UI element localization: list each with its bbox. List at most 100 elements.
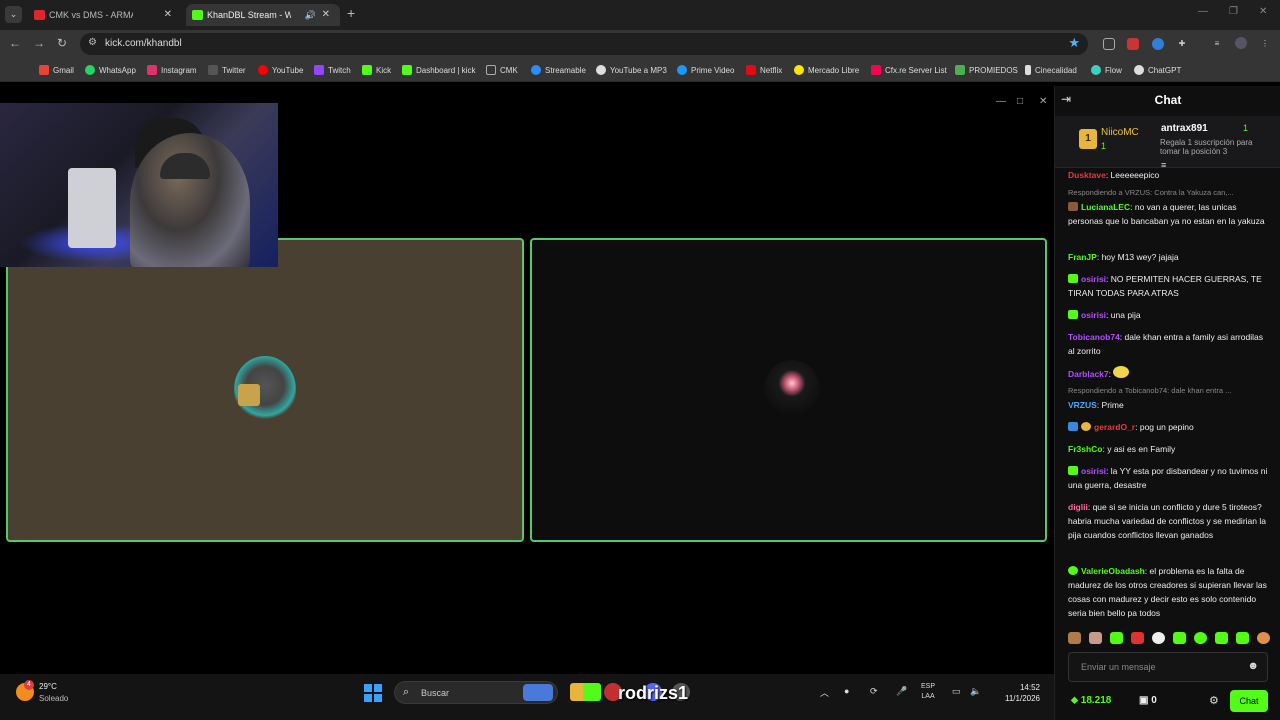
url-text[interactable]: kick.com/khandbl — [105, 38, 182, 49]
emote-icon[interactable] — [1131, 632, 1144, 644]
system-clock[interactable]: 14:52 11/1/2026 — [1004, 682, 1040, 704]
reply-context[interactable]: Respondiendo a Tobicanob74: dale khan en… — [1068, 386, 1273, 395]
bookmark-whatsapp[interactable]: WhatsApp — [85, 64, 136, 77]
emote-icon[interactable] — [1215, 632, 1228, 644]
tab-search-button[interactable]: ⌄ — [5, 6, 22, 23]
chat-message-list[interactable]: Dusktave: Leeeeeepico Respondiendo a VRZ… — [1055, 168, 1280, 630]
bookmark-flow[interactable]: Flow — [1091, 64, 1122, 77]
chat-input-box[interactable]: ☻ — [1068, 652, 1268, 682]
close-tab-icon[interactable]: ✕ — [322, 4, 330, 26]
weather-condition[interactable]: Soleado — [39, 694, 68, 703]
minimize-player-icon[interactable]: — — [996, 96, 1006, 107]
chat-message-input[interactable] — [1069, 653, 1249, 681]
profile-avatar[interactable] — [1235, 37, 1247, 49]
windows-start-icon[interactable] — [364, 684, 382, 702]
video-player[interactable]: — □ ✕ — [0, 86, 1054, 674]
emote-icon[interactable] — [1089, 632, 1102, 644]
extension-icon[interactable] — [1103, 38, 1115, 50]
bookmark-kick[interactable]: Kick — [362, 64, 391, 77]
gift-count[interactable]: ▣ 0 — [1139, 695, 1157, 706]
chat-settings-icon[interactable]: ⚙ — [1209, 694, 1219, 707]
kebab-menu-icon[interactable]: ⋮ — [1259, 38, 1271, 50]
channel-points[interactable]: ⬥ 18.218 — [1071, 695, 1111, 706]
bookmark-prime-video[interactable]: Prime Video — [677, 64, 734, 77]
tab-khandbl-stream[interactable]: KhanDBL Stream - Watch Li 🔊 ✕ — [186, 4, 340, 26]
chevron-up-icon[interactable]: ︿ — [820, 686, 829, 699]
weather-temperature[interactable]: 29°C — [39, 682, 57, 691]
input-language[interactable]: ESP LAA — [921, 682, 935, 702]
puzzle-extensions-icon[interactable]: ✚ — [1176, 38, 1188, 50]
send-chat-button[interactable]: Chat — [1230, 690, 1268, 712]
taskbar-search[interactable]: ⌕ Buscar — [394, 681, 558, 704]
bookmark-streamable[interactable]: Streamable — [531, 64, 586, 77]
emote-icon[interactable] — [1257, 632, 1270, 644]
chat-username[interactable]: diglii — [1068, 502, 1088, 512]
new-tab-button[interactable]: + — [347, 5, 355, 21]
extension-icon[interactable] — [1127, 38, 1139, 50]
reload-icon[interactable]: ↻ — [57, 36, 67, 50]
chat-username[interactable]: Tobicanob74 — [1068, 332, 1120, 342]
emote-icon[interactable] — [1152, 632, 1165, 644]
url-bar[interactable]: ⚙ kick.com/khandbl ★ — [80, 33, 1088, 55]
bookmark-mercado-libre[interactable]: Mercado Libre — [794, 64, 859, 77]
chat-username[interactable]: Darblack7 — [1068, 369, 1109, 379]
emote-icon[interactable] — [1068, 632, 1081, 644]
maximize-player-icon[interactable]: □ — [1017, 96, 1023, 107]
site-info-icon[interactable]: ⚙ — [88, 37, 97, 48]
bookmark-twitter[interactable]: Twitter — [208, 64, 246, 77]
extension-icon[interactable] — [1152, 38, 1164, 50]
bookmark-instagram[interactable]: Instagram — [147, 64, 197, 77]
bookmark-youtube-mp3[interactable]: YouTube a MP3 — [596, 64, 667, 77]
bookmark-cmk[interactable]: CMK — [486, 64, 518, 77]
reading-list-icon[interactable]: ≡ — [1211, 38, 1223, 50]
bookmark-youtube[interactable]: YouTube — [258, 64, 303, 77]
chat-username[interactable]: FranJP — [1068, 252, 1097, 262]
leader-name[interactable]: NiicoMC — [1101, 127, 1139, 138]
emote-icon — [1113, 366, 1130, 378]
leader-name[interactable]: antrax891 — [1161, 123, 1208, 134]
bookmark-chatgpt[interactable]: ChatGPT — [1134, 64, 1181, 77]
chat-username[interactable]: VRZUS — [1068, 400, 1097, 410]
close-tab-icon[interactable]: ✕ — [164, 4, 172, 26]
chat-username[interactable]: Dusktave — [1068, 170, 1106, 180]
forward-arrow-icon[interactable]: → — [33, 36, 45, 50]
tab-cmk-vs-dms[interactable]: CMK vs DMS - ARMAS LARGAS ✕ — [28, 4, 182, 26]
chat-username[interactable]: gerardO_r — [1094, 422, 1135, 432]
volume-icon[interactable]: 🔈 — [970, 686, 981, 697]
weather-icon[interactable]: 4 — [16, 680, 34, 701]
close-window-icon[interactable]: ✕ — [1259, 6, 1267, 17]
chat-message: ValerieObadash: el problema es la falta … — [1068, 566, 1267, 618]
bookmark-netflix[interactable]: Netflix — [746, 64, 782, 77]
emote-icon[interactable] — [1110, 632, 1123, 644]
back-arrow-icon[interactable]: ← — [9, 36, 21, 50]
chat-username[interactable]: osirisi — [1081, 466, 1106, 476]
bookmark-dashboard-kick[interactable]: Dashboard | kick — [402, 64, 475, 77]
emote-icon[interactable] — [1173, 632, 1186, 644]
tray-app-icon[interactable]: ⟳ — [870, 686, 878, 697]
reply-context[interactable]: Respondiendo a VRZUS: Contra la Yakuza c… — [1068, 188, 1273, 197]
network-icon[interactable]: ▭ — [952, 686, 961, 697]
close-player-icon[interactable]: ✕ — [1039, 96, 1047, 107]
emote-icon[interactable] — [1194, 632, 1207, 644]
chat-username[interactable]: LucianaLEC — [1081, 202, 1130, 212]
chat-message: osirisi: una pija — [1068, 308, 1268, 322]
bookmark-twitch[interactable]: Twitch — [314, 64, 351, 77]
chat-username[interactable]: osirisi — [1081, 310, 1106, 320]
tray-app-icon[interactable]: ● — [844, 686, 849, 696]
speaker-icon[interactable]: 🔊 — [305, 4, 316, 26]
bookmark-cinecalidad[interactable]: Cinecalidad — [1025, 64, 1077, 77]
bookmark-gmail[interactable]: Gmail — [39, 64, 74, 77]
bookmark-promiedos[interactable]: PROMIEDOS — [955, 64, 1018, 77]
bookmark-star-icon[interactable]: ★ — [1068, 35, 1080, 51]
minimize-window-icon[interactable]: — — [1198, 6, 1208, 17]
bookmark-label: YouTube — [272, 66, 304, 75]
microphone-icon[interactable]: 🎤 — [896, 686, 907, 697]
chat-username[interactable]: Fr3shCo — [1068, 444, 1102, 454]
restore-window-icon[interactable]: ❐ — [1229, 6, 1238, 17]
chat-username[interactable]: ValerieObadash — [1081, 566, 1145, 576]
kick-app-icon[interactable] — [583, 683, 601, 701]
emote-icon[interactable] — [1236, 632, 1249, 644]
bookmark-cfx[interactable]: Cfx.re Server List — [871, 64, 947, 77]
chat-username[interactable]: osirisi — [1081, 274, 1106, 284]
emoji-picker-icon[interactable]: ☻ — [1247, 660, 1259, 672]
